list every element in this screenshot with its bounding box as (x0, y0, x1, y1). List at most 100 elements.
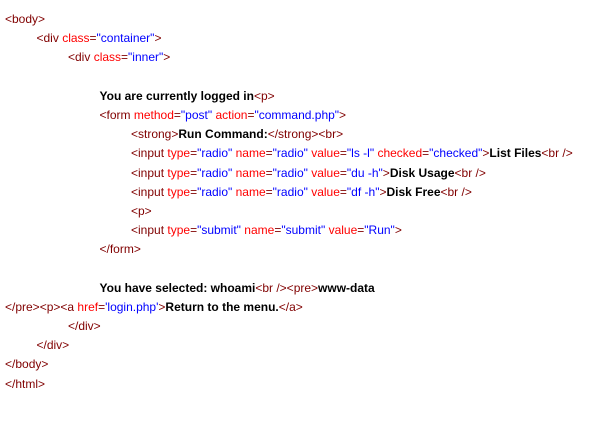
html-tag-token: </form> (99, 242, 141, 257)
source-line: <strong>Run Command:</strong><br> (5, 125, 606, 144)
attribute-value-token: "inner" (128, 50, 164, 65)
source-line: </body> (5, 355, 606, 374)
attribute-name-token: type (167, 146, 191, 161)
text-content-token: Disk Free (386, 184, 441, 199)
html-tag-token: <input (131, 184, 168, 199)
attribute-value-token: "radio" (197, 146, 233, 161)
source-line: <body> (5, 10, 606, 29)
source-line: <div class="container"> (5, 29, 606, 48)
attribute-name-token: type (167, 165, 191, 180)
html-tag-token: <strong> (131, 127, 179, 142)
source-line: <input type="radio" name="radio" value="… (5, 183, 606, 202)
html-tag-token: = (339, 184, 347, 199)
html-tag-token: > (394, 223, 402, 238)
attribute-value-token: "checked" (429, 146, 483, 161)
attribute-name-token: href (77, 299, 99, 314)
attribute-value-token: "df -h" (346, 184, 380, 199)
source-line: <input type="submit" name="submit" value… (5, 221, 606, 240)
text-content-token: www-data (318, 280, 375, 295)
attribute-value-token: "post" (180, 107, 213, 122)
attribute-name-token: action (215, 107, 248, 122)
html-tag-token: = (339, 165, 347, 180)
attribute-name-token: name (235, 165, 266, 180)
html-tag-token: <p> (131, 203, 152, 218)
attribute-name-token: name (235, 184, 266, 199)
attribute-name-token: class (93, 50, 122, 65)
source-line: <input type="radio" name="radio" value="… (5, 144, 606, 163)
html-tag-token: <form (99, 107, 134, 122)
source-code-view: <body> <div class="container"> <div class=… (5, 10, 606, 394)
attribute-name-token: type (167, 184, 191, 199)
html-tag-token: <body> (5, 12, 46, 26)
source-line: <p> (5, 202, 606, 221)
source-line: You have selected: whoami<br /><pre>www-… (5, 279, 606, 298)
attribute-value-token: "radio" (272, 184, 308, 199)
html-tag-token: <input (131, 165, 168, 180)
html-tag-token: = (339, 146, 347, 161)
html-tag-token: </div> (36, 338, 70, 353)
attribute-name-token: name (244, 223, 275, 238)
html-tag-token: </strong><br> (267, 127, 344, 142)
attribute-value-token: "ls -l" (346, 146, 375, 161)
text-content-token: You have selected: whoami (99, 280, 256, 295)
html-tag-token: </body> (5, 357, 49, 372)
html-tag-token: <input (131, 146, 168, 161)
html-tag-token: <p> (253, 88, 275, 103)
attribute-name-token: type (167, 223, 191, 238)
source-line: </div> (5, 317, 606, 336)
html-tag-token: </pre><p><a (5, 299, 78, 314)
html-tag-token: = (121, 50, 129, 65)
attribute-value-token: "radio" (197, 184, 233, 199)
source-line: </form> (5, 240, 606, 259)
attribute-value-token: "command.php" (254, 107, 340, 122)
html-tag-token: </div> (68, 319, 101, 333)
attribute-name-token: value (328, 223, 358, 238)
source-line: </pre><p><a href='login.php'>Return to t… (5, 298, 606, 317)
source-line: </div> (5, 336, 606, 355)
html-tag-token: > (154, 31, 162, 46)
attribute-value-token: "radio" (272, 146, 308, 161)
html-tag-token: > (339, 107, 347, 122)
html-tag-token: <br /> (454, 165, 486, 180)
source-line: </html> (5, 375, 606, 394)
html-tag-token: = (265, 165, 273, 180)
text-content-token: Disk Usage (389, 165, 455, 180)
attribute-value-token: "radio" (197, 165, 233, 180)
attribute-value-token: "submit" (197, 223, 241, 238)
attribute-name-token: value (311, 184, 340, 199)
attribute-value-token: "radio" (272, 165, 308, 180)
html-tag-token: = (265, 184, 273, 199)
source-line (5, 68, 606, 87)
html-tag-token: </html> (5, 376, 46, 391)
source-line: You are currently logged in<p> (5, 87, 606, 106)
attribute-value-token: "Run" (364, 223, 395, 238)
html-tag-token: </a> (278, 299, 303, 314)
html-tag-token: = (89, 31, 97, 46)
text-content-token: Run Command: (178, 127, 268, 142)
html-tag-token: <br /> (541, 146, 573, 161)
attribute-name-token: name (235, 146, 266, 161)
text-content-token: You are currently logged in (99, 88, 254, 103)
source-line (5, 259, 606, 278)
attribute-value-token: "submit" (281, 223, 326, 238)
source-line: <div class="inner"> (5, 48, 606, 67)
html-tag-token: <br /> (440, 184, 472, 199)
attribute-name-token: class (62, 31, 90, 46)
html-tag-token: <input (131, 223, 168, 238)
html-tag-token: <br /><pre> (255, 280, 319, 295)
html-tag-token: <div (68, 50, 94, 65)
attribute-value-token: 'login.php' (105, 299, 159, 314)
text-content-token: Return to the menu. (165, 299, 279, 314)
html-tag-token: = (265, 146, 273, 161)
attribute-name-token: checked (377, 146, 423, 161)
attribute-name-token: method (133, 107, 174, 122)
source-line: <input type="radio" name="radio" value="… (5, 164, 606, 183)
html-tag-token: > (163, 50, 171, 65)
html-tag-token: = (173, 107, 181, 122)
text-content-token: List Files (489, 146, 542, 161)
attribute-name-token: value (311, 165, 340, 180)
source-line: <form method="post" action="command.php"… (5, 106, 606, 125)
html-tag-token: > (382, 165, 390, 180)
html-tag-token: <div (36, 31, 63, 46)
attribute-value-token: "container" (96, 31, 155, 46)
